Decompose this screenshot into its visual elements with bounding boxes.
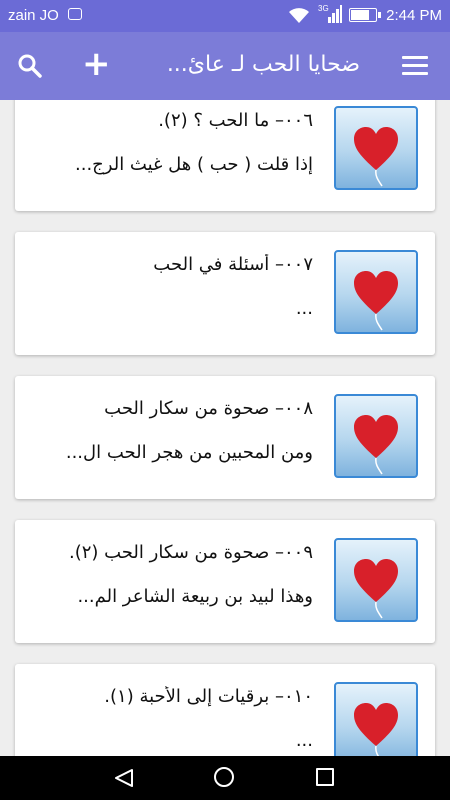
- recent-apps-icon[interactable]: [316, 768, 334, 786]
- item-subtitle: ...: [295, 730, 313, 751]
- network-type: 3G: [318, 4, 329, 13]
- hamburger-icon[interactable]: [402, 56, 428, 76]
- clock: 2:44 PM: [386, 7, 442, 24]
- list-item[interactable]: ٠٠٦– ما الحب ؟ (٢). إذا قلت ( حب ) هل غي…: [15, 100, 435, 211]
- item-title: ٠٠٦– ما الحب ؟ (٢).: [158, 110, 313, 131]
- heart-thumbnail: [334, 250, 418, 334]
- item-title: ٠٠٨– صحوة من سكار الحب: [104, 398, 313, 419]
- list-item[interactable]: ٠٠٨– صحوة من سكار الحب ومن المحبين من هج…: [15, 376, 435, 499]
- item-subtitle: إذا قلت ( حب ) هل غيث الرج...: [75, 154, 313, 175]
- topic-list[interactable]: ٠٠٦– ما الحب ؟ (٢). إذا قلت ( حب ) هل غي…: [0, 100, 450, 756]
- list-item[interactable]: ٠١٠– برقيات إلى الأحبة (١). ...: [15, 664, 435, 756]
- page-title: ضحايا الحب لـ عائ...: [166, 52, 360, 77]
- app-bar: ضحايا الحب لـ عائ... +: [0, 32, 450, 100]
- wifi-icon: [289, 8, 309, 23]
- item-title: ٠٠٩– صحوة من سكار الحب (٢).: [68, 542, 313, 563]
- item-title: ٠٠٧– أسئلة في الحب: [153, 254, 313, 275]
- heart-thumbnail: [334, 538, 418, 622]
- item-subtitle: ومن المحبين من هجر الحب ال...: [65, 442, 313, 463]
- notification-icon: [68, 8, 82, 20]
- navigation-bar: [0, 756, 450, 800]
- add-button[interactable]: +: [82, 47, 111, 81]
- carrier-name: zain JO: [8, 7, 59, 24]
- item-subtitle: ...: [295, 298, 313, 319]
- home-icon[interactable]: [214, 767, 234, 787]
- heart-thumbnail: [334, 106, 418, 190]
- item-title: ٠١٠– برقيات إلى الأحبة (١).: [104, 686, 313, 707]
- heart-thumbnail: [334, 394, 418, 478]
- battery-icon: [349, 8, 381, 22]
- heart-thumbnail: [334, 682, 418, 756]
- status-bar: zain JO 3G 2:44 PM: [0, 0, 450, 32]
- search-icon[interactable]: [18, 54, 42, 78]
- item-subtitle: وهذا لبيد بن ربيعة الشاعر الم...: [77, 586, 313, 607]
- back-icon[interactable]: [113, 768, 135, 788]
- signal-icon: 3G: [318, 4, 342, 23]
- list-item[interactable]: ٠٠٩– صحوة من سكار الحب (٢). وهذا لبيد بن…: [15, 520, 435, 643]
- list-item[interactable]: ٠٠٧– أسئلة في الحب ...: [15, 232, 435, 355]
